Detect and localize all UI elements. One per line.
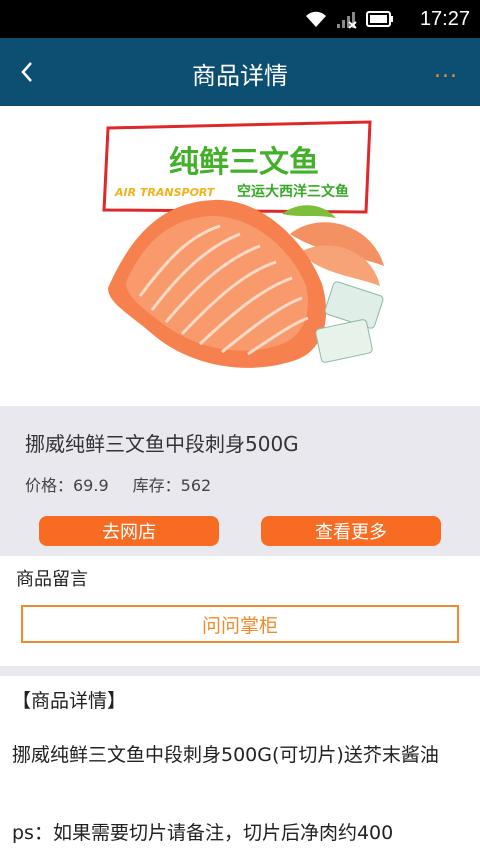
app-bar: 商品详情 ... bbox=[0, 38, 480, 106]
wifi-icon bbox=[304, 9, 328, 33]
battery-icon bbox=[366, 10, 394, 32]
product-price: 价格：69.9 bbox=[25, 476, 109, 495]
status-time: 17:27 bbox=[419, 8, 470, 30]
product-name: 挪威纯鲜三文鱼中段刺身500G bbox=[25, 432, 299, 456]
signal-icon bbox=[336, 9, 358, 33]
status-icons bbox=[304, 9, 394, 33]
status-bar: 17:27 bbox=[0, 0, 480, 38]
page-title: 商品详情 bbox=[192, 62, 288, 90]
ask-seller-button[interactable]: 问问掌柜 bbox=[21, 605, 459, 643]
details-heading: 【商品详情】 bbox=[12, 690, 127, 712]
go-shop-button[interactable]: 去网店 bbox=[39, 516, 219, 546]
comments-label: 商品留言 bbox=[16, 569, 88, 590]
salmon-product-photo: 纯鲜三文鱼 AIR TRANSPORT 空运大西洋三文鱼 bbox=[102, 120, 384, 368]
product-details-section: 【商品详情】 挪威纯鲜三文鱼中段刺身500G(可切片)送芥末酱油 ps：如果需要… bbox=[0, 676, 480, 854]
details-paragraph: 挪威纯鲜三文鱼中段刺身500G(可切片)送芥末酱油 bbox=[12, 744, 439, 766]
product-image: 纯鲜三文鱼 AIR TRANSPORT 空运大西洋三文鱼 bbox=[0, 106, 480, 406]
banner-subtitle-cn: 空运大西洋三文鱼 bbox=[237, 183, 349, 200]
banner-subtitle-en: AIR TRANSPORT bbox=[114, 186, 216, 199]
more-menu-button[interactable]: ... bbox=[434, 58, 458, 83]
product-meta: 价格：69.9 库存：562 bbox=[25, 472, 211, 496]
section-divider bbox=[0, 666, 480, 676]
details-paragraph: ps：如果需要切片请备注，切片后净肉约400 bbox=[12, 822, 394, 844]
product-info-panel: 挪威纯鲜三文鱼中段刺身500G 价格：69.9 库存：562 去网店 查看更多 bbox=[0, 406, 480, 556]
product-stock: 库存：562 bbox=[132, 476, 212, 495]
see-more-button[interactable]: 查看更多 bbox=[261, 516, 441, 546]
banner-title: 纯鲜三文鱼 bbox=[169, 145, 319, 180]
comments-section: 商品留言 问问掌柜 bbox=[0, 556, 480, 666]
